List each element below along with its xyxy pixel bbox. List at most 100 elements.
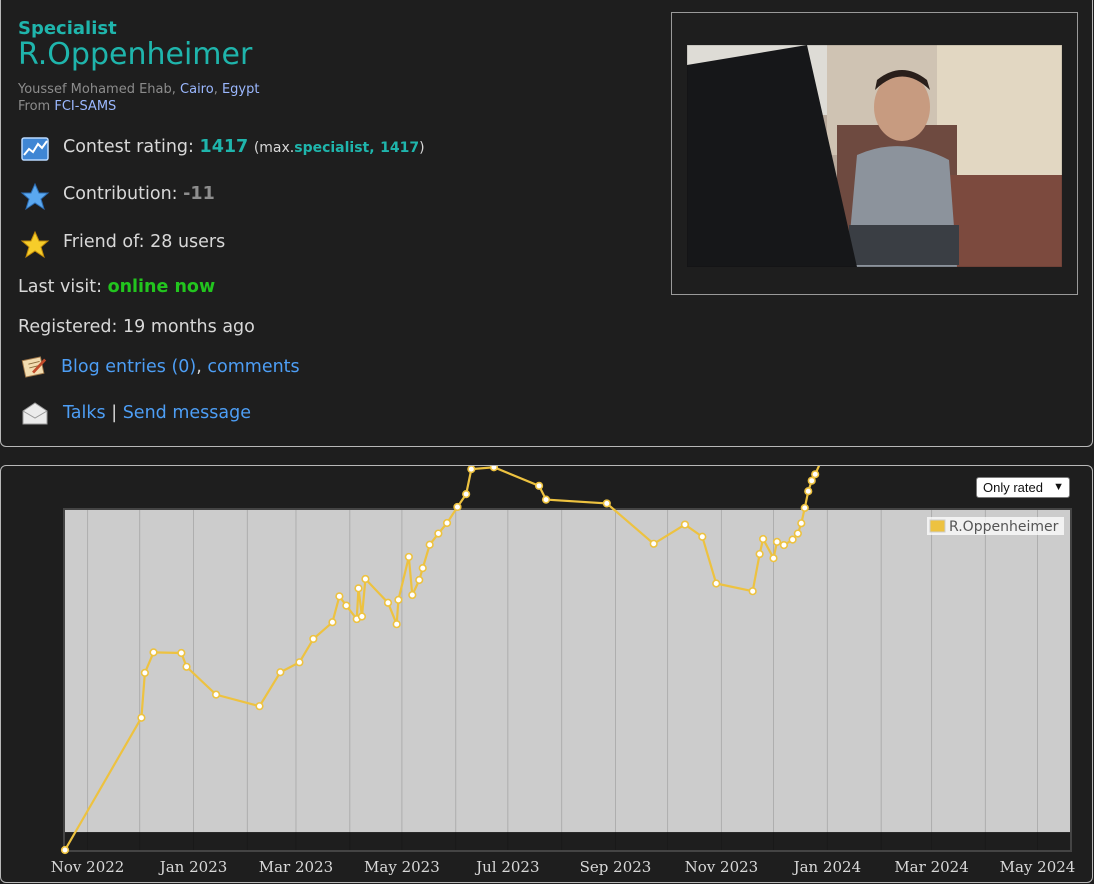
organization-line: From FCI-SAMS [18,99,116,114]
user-full-name: Youssef Mohamed Ehab [18,82,172,97]
avatar-photo [687,45,1062,267]
rating-point [434,529,443,538]
rating-point [394,595,403,604]
rating-point [804,487,813,496]
x-tick-label: Mar 2024 [894,858,968,876]
legend-swatch [929,519,946,533]
max-rating: 1417 [380,140,420,156]
rating-point [698,532,707,541]
separator: | [111,403,118,423]
envelope-icon [22,402,48,425]
talks-row: Talks | Send message [63,403,251,423]
rating-point [489,466,499,472]
rating-chart: Nov 2022 Jan 2023 Mar 2023 May 2023 Jul 2023… [51,466,1076,876]
rating-point [182,662,191,671]
x-tick-label: Sep 2023 [580,858,652,876]
rating-point [137,713,146,722]
rating-point [418,564,427,573]
rating-point [680,520,690,529]
x-tick-label: Jan 2023 [158,858,228,876]
user-rank: Specialist [18,18,117,39]
registered-label: Registered: [18,317,118,337]
x-tick-label: May 2024 [1000,858,1076,876]
friend-of-label: Friend of: [63,232,145,252]
rating-point [793,529,802,538]
rating-point [140,668,149,677]
send-message-link[interactable]: Send message [123,403,251,423]
rating-point [462,490,471,499]
friend-of-row: Friend of: 28 users [63,232,225,252]
organization-link[interactable]: FCI-SAMS [54,99,116,114]
country-link[interactable]: Egypt [222,82,260,97]
last-visit-row: Last visit: online now [18,277,215,297]
rating-point [453,502,462,512]
blog-entries-link[interactable]: Blog entries (0) [61,357,196,377]
blog-row: Blog entries (0), comments [61,357,300,377]
rating-point [295,658,304,667]
rating-point [811,470,820,479]
rating-point [342,601,351,610]
blog-icon [21,356,47,378]
rating-point [425,540,434,549]
contest-rating-label: Contest rating: [63,137,194,157]
rating-point [383,598,393,607]
rating-point [357,612,367,621]
rating-graph-panel: Only rated ▼ Nov 2022 Jan 2023 Mar 2023 May… [0,465,1093,883]
rating-point [602,499,611,508]
city-link[interactable]: Cairo [180,82,214,97]
rating-point [788,535,797,544]
max-suffix: ) [419,140,425,156]
max-prefix: (max. [253,140,295,156]
rating-point [392,620,401,629]
rating-point [149,648,158,657]
rating-point [534,481,544,490]
talks-link[interactable]: Talks [63,403,106,423]
rating-point [335,592,344,601]
rating-chart-icon [21,137,49,161]
from-label: From [18,99,51,114]
rating-point [309,634,318,644]
friend-of-count: 28 users [150,232,226,252]
x-tick-label: May 2023 [364,858,440,876]
gold-star-icon [20,230,50,259]
rating-point [779,540,789,550]
rating-point [807,476,816,485]
rating-point [177,648,186,658]
contribution-label: Contribution: [63,184,178,204]
contest-rating-value: 1417 [199,137,249,157]
contest-rating-row: Contest rating: 1417 (max.specialist, 14… [63,137,425,157]
rating-point [769,554,778,563]
rating-point [404,552,413,562]
max-rank: specialist, [294,140,375,156]
rating-band [65,510,1070,833]
rating-point [415,575,424,585]
x-tick-label: Jul 2023 [474,858,539,876]
x-tick-label: Jan 2024 [792,858,862,876]
x-tick-label: Nov 2022 [51,858,125,876]
rating-point [649,539,658,548]
registered-row: Registered: 19 months ago [18,317,255,337]
rating-point [467,466,476,474]
rating-point [328,618,337,627]
rating-point [442,518,452,528]
last-visit-status: online now [107,277,216,297]
rating-point [211,690,221,699]
contribution-value: -11 [183,184,215,204]
contribution-row: Contribution: -11 [63,184,215,204]
rating-point [759,534,768,544]
registered-value: 19 months ago [123,317,255,337]
rating-point [276,668,285,677]
rating-point [755,549,764,559]
rating-point [712,579,721,588]
user-handle[interactable]: R.Oppenheimer [18,37,252,72]
rating-point [797,519,806,528]
user-name-location: Youssef Mohamed Ehab, Cairo, Egypt [18,82,260,97]
profile-panel: Specialist R.Oppenheimer Youssef Mohamed… [0,0,1093,447]
x-tick-label: Nov 2023 [685,858,759,876]
rating-point [541,495,551,504]
legend-label: R.Oppenheimer [949,519,1059,535]
rating-point [748,587,757,596]
rating-point [255,702,264,711]
rating-point [800,503,809,513]
comments-link[interactable]: comments [207,357,299,377]
